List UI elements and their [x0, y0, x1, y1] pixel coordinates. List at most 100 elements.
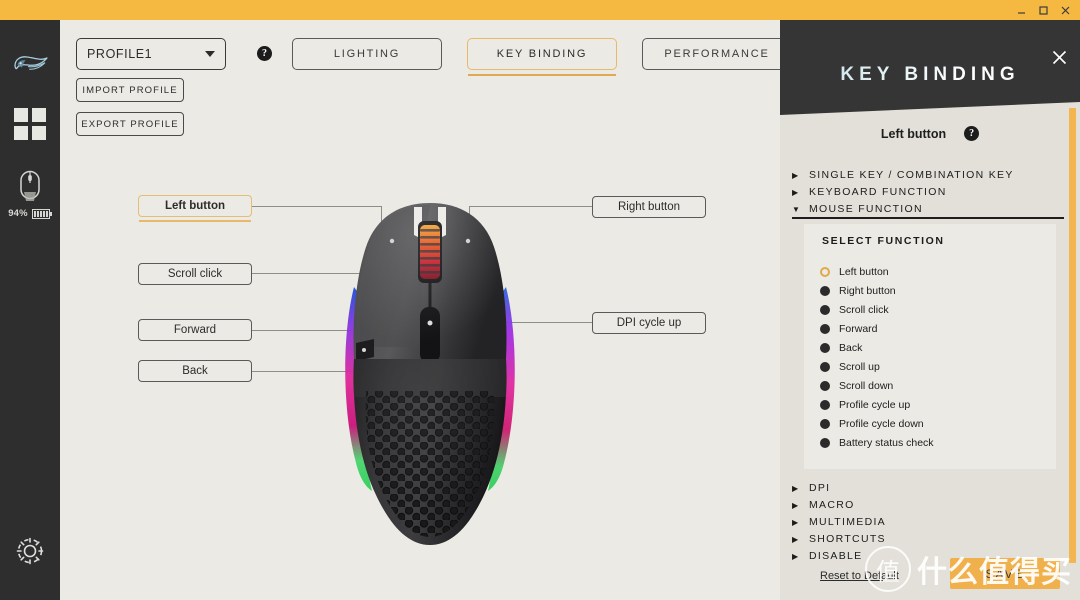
chevron-right-icon: ▶ [792, 551, 799, 561]
chevron-right-icon: ▶ [792, 500, 799, 510]
close-icon[interactable] [1059, 4, 1072, 17]
callout-dpi-cycle-up[interactable]: DPI cycle up [592, 312, 706, 334]
mouse-device-icon [20, 170, 40, 201]
radio-icon [820, 304, 830, 315]
function-option-back[interactable]: Back [820, 338, 934, 357]
option-label: Profile cycle up [839, 398, 911, 411]
accordion-single-key[interactable]: ▶ SINGLE KEY / COMBINATION KEY [792, 167, 1064, 183]
accordion-label: MOUSE FUNCTION [809, 203, 923, 215]
option-label: Forward [839, 322, 878, 335]
chevron-right-icon: ▶ [792, 534, 799, 544]
option-label: Scroll up [839, 360, 880, 373]
function-option-left-button[interactable]: Left button [820, 262, 934, 281]
option-label: Scroll down [839, 379, 894, 392]
accordion-multimedia[interactable]: ▶ MULTIMEDIA [792, 514, 1064, 530]
function-option-profile-cycle-down[interactable]: Profile cycle down [820, 414, 934, 433]
chevron-down-icon [205, 51, 215, 57]
minimize-icon[interactable] [1015, 4, 1028, 17]
window-controls [1015, 4, 1080, 17]
grid-cell [14, 126, 28, 140]
title-bar [0, 0, 1080, 20]
chevron-down-icon: ▼ [792, 204, 800, 214]
maximize-icon[interactable] [1037, 4, 1050, 17]
function-option-profile-cycle-up[interactable]: Profile cycle up [820, 395, 934, 414]
panel-subtitle: Left button [880, 126, 947, 141]
left-sidebar: 94% [0, 20, 60, 600]
accordion-macro[interactable]: ▶ MACRO [792, 497, 1064, 513]
radio-icon [820, 418, 830, 429]
function-option-scroll-down[interactable]: Scroll down [820, 376, 934, 395]
radio-icon [820, 399, 830, 410]
profile-value: PROFILE1 [87, 47, 153, 61]
key-binding-panel: KEY BINDING Left button ? ▶ SINGLE KEY /… [780, 20, 1080, 600]
accordion-label: KEYBOARD FUNCTION [809, 186, 947, 198]
callout-right-button[interactable]: Right button [592, 196, 706, 218]
devices-grid-icon[interactable] [14, 108, 46, 140]
function-option-forward[interactable]: Forward [820, 319, 934, 338]
option-label: Back [839, 341, 863, 354]
grid-cell [14, 108, 28, 122]
app-window: 94% PROFILE1 IMPORT PROFILE EXPORT PROFI… [0, 0, 1080, 600]
import-profile-button[interactable]: IMPORT PROFILE [76, 78, 184, 102]
chevron-right-icon: ▶ [792, 170, 799, 180]
radio-icon [820, 437, 830, 448]
accordion-label: SHORTCUTS [809, 533, 886, 545]
select-function-box: SELECT FUNCTION Left button Right button… [804, 224, 1056, 469]
panel-scrollbar[interactable] [1069, 108, 1076, 563]
option-label: Left button [839, 265, 889, 278]
function-option-scroll-up[interactable]: Scroll up [820, 357, 934, 376]
accordion-dpi[interactable]: ▶ DPI [792, 480, 1064, 496]
callout-back[interactable]: Back [138, 360, 252, 382]
grid-cell [32, 108, 46, 122]
mouse-device-illustration [330, 195, 530, 565]
accordion-label: DISABLE [809, 550, 863, 562]
help-circle-icon[interactable]: ? [257, 46, 272, 61]
battery-percent: 94% [8, 208, 28, 219]
callout-scroll-click[interactable]: Scroll click [138, 263, 252, 285]
radio-icon [820, 285, 830, 296]
callout-left-button[interactable]: Left button [138, 195, 252, 222]
profile-select[interactable]: PROFILE1 [76, 38, 226, 70]
sidebar-item-mouse[interactable]: 94% [8, 170, 52, 219]
grid-cell [32, 126, 46, 140]
option-label: Scroll click [839, 303, 889, 316]
tab-key-binding[interactable]: KEY BINDING [467, 38, 617, 76]
accordion-keyboard-function[interactable]: ▶ KEYBOARD FUNCTION [792, 184, 1064, 200]
radio-icon [820, 323, 830, 334]
accordion-bottom: ▶ DPI ▶ MACRO ▶ MULTIMEDIA ▶ SHORTCUTS ▶… [792, 480, 1064, 565]
reset-to-default-link[interactable]: Reset to Default [820, 570, 899, 582]
select-function-list: Left button Right button Scroll click Fo… [820, 262, 934, 452]
glorious-logo-icon [10, 48, 50, 82]
chevron-right-icon: ▶ [792, 483, 799, 493]
function-option-scroll-click[interactable]: Scroll click [820, 300, 934, 319]
chevron-right-icon: ▶ [792, 187, 799, 197]
help-circle-icon[interactable]: ? [964, 126, 980, 141]
option-label: Right button [839, 284, 896, 297]
radio-icon [820, 342, 830, 353]
battery-status: 94% [8, 208, 52, 219]
panel-subtitle-row: Left button ? [780, 126, 1080, 141]
radio-selected-icon [820, 266, 830, 277]
accordion-label: MULTIMEDIA [809, 516, 886, 528]
function-option-battery-status-check[interactable]: Battery status check [820, 433, 934, 452]
radio-icon [820, 361, 830, 372]
main-content: PROFILE1 IMPORT PROFILE EXPORT PROFILE ?… [60, 20, 792, 600]
tab-performance[interactable]: PERFORMANCE [642, 38, 792, 70]
option-label: Battery status check [839, 436, 934, 449]
option-label: Profile cycle down [839, 417, 924, 430]
divider [792, 217, 1064, 219]
select-function-title: SELECT FUNCTION [822, 235, 945, 247]
function-option-right-button[interactable]: Right button [820, 281, 934, 300]
save-button[interactable]: SAVE [950, 558, 1060, 589]
tab-lighting[interactable]: LIGHTING [292, 38, 442, 70]
accordion-mouse-function[interactable]: ▼ MOUSE FUNCTION [792, 201, 1064, 217]
callout-forward[interactable]: Forward [138, 319, 252, 341]
export-profile-button[interactable]: EXPORT PROFILE [76, 112, 184, 136]
panel-close-icon[interactable] [1052, 50, 1067, 70]
radio-icon [820, 380, 830, 391]
accordion-label: SINGLE KEY / COMBINATION KEY [809, 169, 1014, 181]
accordion-shortcuts[interactable]: ▶ SHORTCUTS [792, 531, 1064, 547]
accordion-label: DPI [809, 482, 831, 494]
gear-icon[interactable] [14, 535, 46, 572]
chevron-right-icon: ▶ [792, 517, 799, 527]
